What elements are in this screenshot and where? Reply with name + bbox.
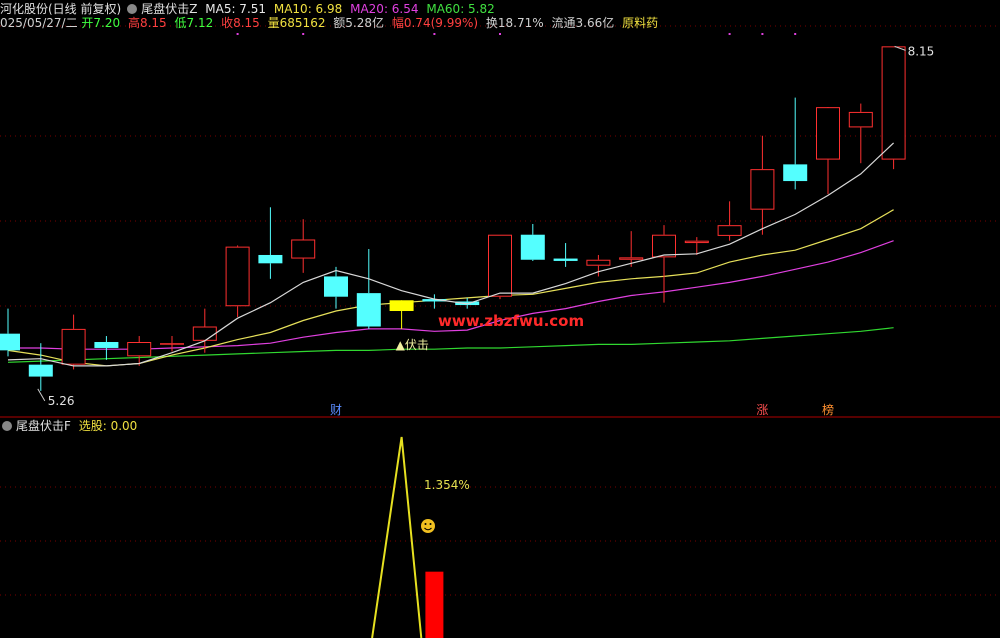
candle[interactable] bbox=[61, 314, 86, 370]
stock-chart[interactable]: ▲伏击 8.15 5.26 财 涨 榜 www.zbzfwu.com 1.354% bbox=[0, 0, 1000, 638]
chart-header: 河化股份(日线 前复权) 尾盘伏击Z MA5: 7.51 MA10: 6.98 M… bbox=[0, 2, 499, 16]
indicator-name[interactable]: 尾盘伏击Z bbox=[141, 2, 197, 16]
quote-low: 低7.12 bbox=[174, 16, 214, 30]
sub-indicator-name[interactable]: 尾盘伏击F bbox=[16, 419, 71, 433]
candle-body bbox=[94, 342, 119, 348]
candle[interactable] bbox=[848, 103, 873, 164]
top-dot-marker bbox=[794, 33, 797, 35]
sub-indicator-layer: 1.354% bbox=[371, 436, 470, 638]
candle-body bbox=[520, 234, 545, 260]
top-dot-marker bbox=[761, 33, 764, 35]
sub-panel-header: 尾盘伏击F 选股: 0.00 bbox=[0, 419, 141, 433]
event-marker[interactable]: 榜 bbox=[822, 402, 834, 417]
quote-amount: 额5.28亿 bbox=[333, 16, 385, 30]
smiley-eye bbox=[424, 523, 427, 525]
candle[interactable] bbox=[520, 223, 545, 261]
candle[interactable] bbox=[717, 201, 742, 241]
candle[interactable] bbox=[684, 237, 709, 255]
candle-body bbox=[816, 107, 840, 160]
candle[interactable] bbox=[291, 219, 316, 273]
candle[interactable] bbox=[783, 97, 808, 190]
candle-body bbox=[291, 239, 316, 259]
candle[interactable] bbox=[553, 243, 578, 267]
candle-body bbox=[750, 169, 775, 210]
candle-body bbox=[586, 259, 611, 266]
candle-body bbox=[356, 293, 381, 327]
ma10-value: MA10: 6.98 bbox=[273, 2, 343, 16]
candle[interactable] bbox=[258, 207, 283, 279]
quote-turnover: 换18.71% bbox=[485, 16, 544, 30]
candle-body bbox=[0, 333, 20, 351]
watermark-text: www.zbzfwu.com bbox=[438, 312, 584, 330]
ma20-value: MA20: 6.54 bbox=[350, 2, 419, 16]
candle-body bbox=[619, 257, 644, 260]
candle-body bbox=[225, 246, 250, 307]
candle-body bbox=[783, 164, 808, 182]
ma20-layer bbox=[8, 240, 894, 350]
quote-change: 幅0.74(9.99%) bbox=[391, 16, 479, 30]
candle-body bbox=[127, 342, 152, 357]
event-marker[interactable]: 财 bbox=[330, 403, 342, 417]
signal-label: ▲伏击 bbox=[396, 338, 429, 352]
candle-body bbox=[160, 343, 184, 345]
candle[interactable] bbox=[816, 107, 840, 195]
candle-body bbox=[652, 234, 676, 258]
candle-body bbox=[28, 364, 53, 377]
candle-body bbox=[553, 258, 578, 261]
candle[interactable] bbox=[0, 308, 20, 357]
candle-body bbox=[488, 234, 512, 297]
top-dot-marker bbox=[499, 33, 501, 35]
smiley-eye bbox=[429, 523, 432, 525]
sub-indicator-bar bbox=[425, 571, 444, 638]
candle-body bbox=[258, 254, 283, 264]
select-value: 选股: 0.00 bbox=[78, 419, 138, 433]
ma5-value: MA5: 7.51 bbox=[205, 2, 267, 16]
candle[interactable] bbox=[225, 245, 250, 317]
sub-annotation: 1.354% bbox=[424, 478, 470, 492]
smiley-face bbox=[421, 519, 435, 533]
candle-body bbox=[61, 328, 86, 365]
high-price-label: 8.15 bbox=[908, 44, 935, 58]
candle[interactable] bbox=[750, 135, 775, 235]
annotations-layer: ▲伏击 8.15 5.26 财 涨 榜 www.zbzfwu.com bbox=[37, 33, 935, 417]
ma20-line bbox=[8, 240, 894, 350]
candle[interactable] bbox=[586, 254, 611, 277]
grid-lines bbox=[0, 25, 1000, 596]
candle-body bbox=[389, 300, 414, 312]
top-dot-marker bbox=[433, 33, 436, 35]
top-dot-marker bbox=[236, 33, 239, 35]
top-dot-marker bbox=[302, 33, 305, 35]
event-marker[interactable]: 涨 bbox=[756, 402, 768, 417]
indicator-settings-icon[interactable] bbox=[127, 4, 138, 14]
quote-close: 收8.15 bbox=[221, 16, 260, 30]
candle[interactable] bbox=[488, 234, 512, 300]
quote-open: 开7.20 bbox=[81, 16, 121, 30]
candle-body bbox=[848, 111, 873, 128]
sub-indicator-line bbox=[371, 436, 423, 638]
candles-layer[interactable] bbox=[0, 46, 906, 391]
candle-body bbox=[881, 46, 906, 160]
stock-name[interactable]: 河化股份(日线 前复权) bbox=[0, 2, 121, 16]
candle[interactable] bbox=[389, 300, 414, 329]
sub-settings-icon[interactable] bbox=[2, 421, 12, 431]
candle[interactable] bbox=[356, 249, 381, 329]
quote-float: 流通3.66亿 bbox=[551, 16, 615, 30]
candle-body bbox=[717, 225, 742, 236]
candle[interactable] bbox=[94, 336, 119, 360]
quote-sector[interactable]: 原料药 bbox=[622, 16, 658, 30]
candle-body bbox=[324, 276, 348, 297]
quote-date: 025/05/27/二 bbox=[0, 16, 78, 30]
candle[interactable] bbox=[28, 343, 53, 391]
quote-bar: 025/05/27/二 开7.20 高8.15 低7.12 收8.15 量685… bbox=[0, 16, 662, 30]
low-price-label: 5.26 bbox=[48, 394, 75, 408]
candle-body bbox=[684, 240, 709, 244]
quote-high: 高8.15 bbox=[127, 16, 167, 30]
candle-body bbox=[192, 326, 217, 341]
quote-volume: 量685162 bbox=[267, 16, 326, 30]
top-dot-marker bbox=[728, 33, 731, 35]
smiley-icon bbox=[421, 519, 435, 533]
ma60-value: MA60: 5.82 bbox=[426, 2, 495, 16]
